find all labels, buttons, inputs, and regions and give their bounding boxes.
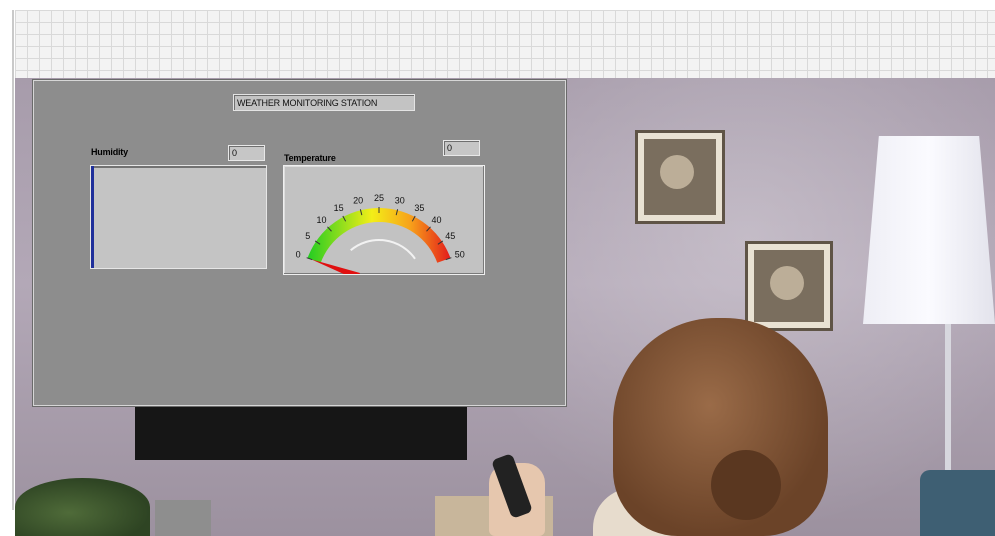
gauge-tick-label: 35 <box>414 203 424 213</box>
gauge-dial: 05 10 15 20 25 30 35 404550 <box>296 193 465 274</box>
gauge-tick-label: 50 <box>455 250 465 260</box>
gauge-tick-label: 10 <box>316 215 326 225</box>
window-edge <box>12 10 14 510</box>
block-diagram-grid <box>15 10 995 78</box>
gauge-tick-label: 0 <box>296 250 301 260</box>
gauge-color-band <box>307 207 451 263</box>
lamp-shade <box>863 136 995 324</box>
front-panel: WEATHER MONITORING STATION Humidity 0 Te… <box>33 80 566 406</box>
frame-art <box>770 266 804 300</box>
gauge-hub-arc <box>350 239 416 260</box>
station-title: WEATHER MONITORING STATION <box>233 94 415 111</box>
temperature-label: Temperature <box>284 153 336 163</box>
humidity-level-fill <box>91 166 94 268</box>
shelf-item <box>155 500 211 536</box>
armchair <box>920 470 995 536</box>
house-plant <box>15 478 150 536</box>
hair-bun <box>711 450 781 520</box>
gauge-needle <box>311 259 360 274</box>
gauge-tick-label: 5 <box>305 231 310 241</box>
gauge-tick-label: 45 <box>445 231 455 241</box>
picture-frame <box>745 241 833 331</box>
humidity-numeric-indicator[interactable]: 0 <box>228 145 265 161</box>
humidity-tank-indicator <box>90 165 267 269</box>
wall-tv <box>135 400 467 460</box>
lamp-pole <box>945 324 951 474</box>
gauge-tick-label: 15 <box>334 203 344 213</box>
gauge-tick-label: 25 <box>374 193 384 203</box>
gauge-tick-label: 20 <box>353 196 363 206</box>
gauge-tick-label: 40 <box>432 215 442 225</box>
picture-frame <box>635 130 725 224</box>
temperature-numeric-indicator[interactable]: 0 <box>443 140 480 156</box>
temperature-gauge: 0 5 10 15 20 25 30 35 40 45 50 <box>283 165 485 275</box>
frame-art <box>660 155 694 189</box>
gauge-tick-label: 30 <box>395 196 405 206</box>
humidity-label: Humidity <box>91 147 128 157</box>
